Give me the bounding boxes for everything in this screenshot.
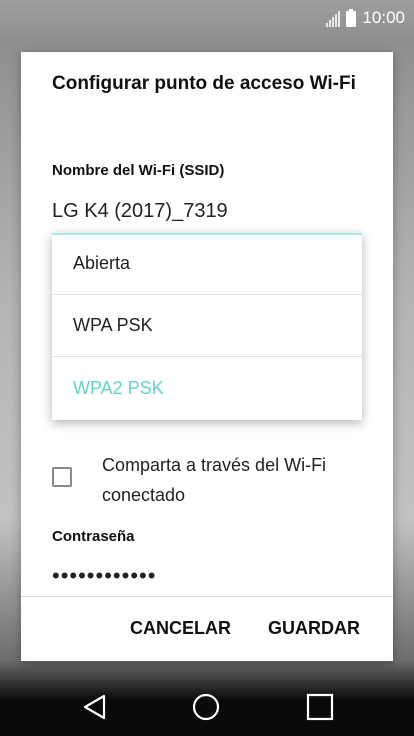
save-button[interactable]: GUARDAR bbox=[268, 618, 360, 639]
share-wifi-label: Comparta a través del Wi-Fi conectado bbox=[102, 455, 327, 505]
navigation-bar bbox=[0, 676, 414, 736]
ssid-label: Nombre del Wi-Fi (SSID) bbox=[52, 162, 225, 179]
security-option-wpa-psk[interactable]: WPA PSK bbox=[52, 295, 362, 357]
share-wifi-checkbox[interactable] bbox=[52, 467, 72, 487]
recent-apps-icon[interactable] bbox=[305, 692, 335, 722]
button-divider bbox=[21, 596, 393, 597]
signal-icon bbox=[326, 9, 341, 27]
security-option-open[interactable]: Abierta bbox=[52, 233, 362, 295]
dialog-title: Configurar punto de acceso Wi-Fi bbox=[52, 73, 356, 94]
password-label: Contraseña bbox=[52, 528, 135, 545]
cancel-button[interactable]: CANCELAR bbox=[130, 618, 231, 639]
security-option-wpa2-psk[interactable]: WPA2 PSK bbox=[52, 357, 362, 419]
status-bar: 10:00 bbox=[0, 0, 414, 36]
share-wifi-row[interactable]: Comparta a través del Wi-Fi conectado bbox=[52, 450, 382, 510]
dropdown-accent-line bbox=[52, 233, 362, 235]
password-input[interactable]: •••••••••••• bbox=[52, 563, 156, 589]
home-icon[interactable] bbox=[191, 692, 221, 722]
security-dropdown-menu: Abierta WPA PSK WPA2 PSK bbox=[52, 233, 362, 420]
ssid-input[interactable]: LG K4 (2017)_7319 bbox=[52, 200, 228, 223]
battery-icon bbox=[346, 9, 357, 27]
back-icon[interactable] bbox=[80, 692, 110, 722]
status-time: 10:00 bbox=[362, 8, 405, 27]
